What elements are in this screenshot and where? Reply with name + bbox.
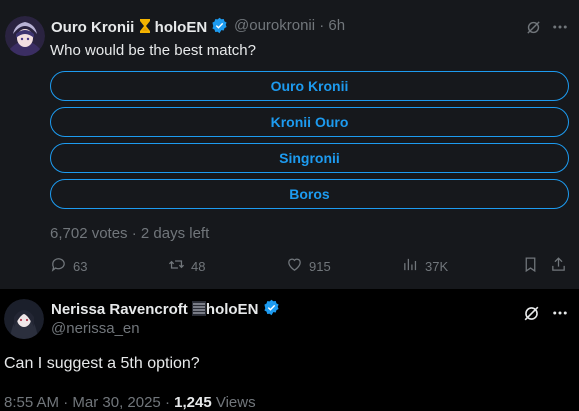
share-icon	[550, 256, 567, 276]
avatar[interactable]	[5, 16, 45, 56]
reply-button[interactable]: 63	[50, 257, 87, 275]
grok-icon[interactable]	[523, 17, 543, 37]
author-name-line[interactable]: Ouro Kronii holoEN	[51, 17, 228, 38]
verified-icon	[211, 17, 228, 38]
reply-time[interactable]: 8:55 AM	[4, 394, 59, 411]
parent-tweet[interactable]: Ouro Kronii holoEN @ourokronii · 6h Who …	[0, 0, 579, 289]
more-icon[interactable]	[550, 17, 570, 37]
views-count: 37K	[425, 258, 449, 274]
poll-option-3[interactable]: Singronii	[50, 143, 569, 173]
timestamp[interactable]: · 6h	[319, 17, 345, 34]
poll-option-2[interactable]: Kronii Ouro	[50, 107, 569, 137]
music-staff-icon	[191, 301, 206, 320]
views-button[interactable]: 37K	[402, 257, 448, 275]
poll-question: Who would be the best match?	[50, 42, 256, 59]
more-icon[interactable]	[549, 302, 571, 324]
author-suffix[interactable]: holoEN	[155, 19, 208, 36]
separator: ·	[63, 394, 69, 411]
reply-text: Can I suggest a 5th option?	[4, 355, 200, 372]
reply-handle[interactable]: @nerissa_en	[51, 320, 140, 337]
like-count: 915	[309, 258, 331, 274]
reply-author-name-line[interactable]: Nerissa Ravencroft holoEN	[51, 299, 280, 320]
poll-meta: 6,702 votes · 2 days left	[50, 225, 210, 242]
reply-avatar[interactable]	[4, 299, 44, 339]
poll-option-1[interactable]: Ouro Kronii	[50, 71, 569, 101]
bookmark-icon	[522, 256, 539, 276]
reply-views-count: 1,245	[174, 394, 212, 411]
poll-option-4[interactable]: Boros	[50, 179, 569, 209]
author-name[interactable]: Ouro Kronii	[51, 19, 134, 36]
reply-count: 63	[73, 258, 88, 274]
hourglass-icon	[139, 18, 151, 38]
like-button[interactable]: 915	[286, 257, 331, 275]
bookmark-button[interactable]	[522, 257, 539, 275]
grok-icon[interactable]	[520, 302, 542, 324]
like-icon	[286, 256, 303, 276]
repost-button[interactable]: 48	[168, 257, 205, 275]
reply-author-name[interactable]: Nerissa Ravencroft	[51, 301, 188, 318]
views-icon	[402, 256, 419, 276]
share-button[interactable]	[550, 257, 567, 275]
reply-icon	[50, 256, 67, 276]
reply-date[interactable]: Mar 30, 2025	[72, 394, 160, 411]
separator: ·	[164, 394, 170, 411]
reply-views-label: Views	[215, 394, 256, 411]
repost-count: 48	[191, 258, 206, 274]
verified-icon	[263, 299, 280, 320]
handle[interactable]: @ourokronii	[234, 17, 315, 34]
repost-icon	[168, 256, 185, 276]
reply-author-suffix[interactable]: holoEN	[206, 301, 259, 318]
reply-meta: 8:55 AM · Mar 30, 2025 · 1,245 Views	[4, 394, 256, 411]
handle-line: @ourokronii · 6h	[234, 17, 345, 34]
